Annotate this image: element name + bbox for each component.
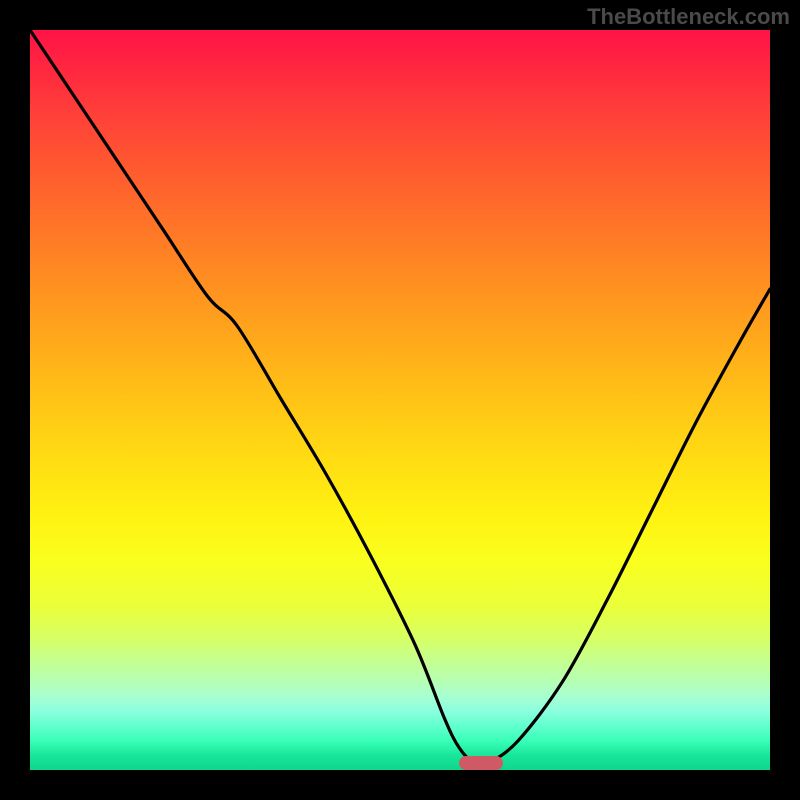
curve-svg: [30, 30, 770, 770]
chart-frame: TheBottleneck.com: [0, 0, 800, 800]
watermark-text: TheBottleneck.com: [587, 4, 790, 30]
bottleneck-curve: [30, 30, 770, 765]
optimal-marker: [459, 756, 503, 770]
plot-area: [30, 30, 770, 770]
